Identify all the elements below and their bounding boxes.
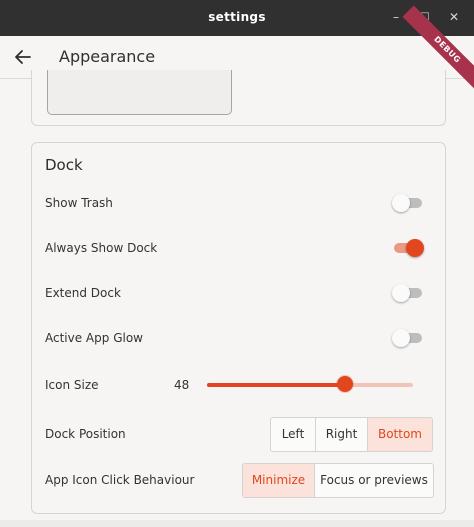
close-button[interactable]: ✕ xyxy=(446,9,462,25)
active-app-glow-label: Active App Glow xyxy=(45,331,143,345)
active-app-glow-toggle[interactable] xyxy=(392,329,422,347)
click-behaviour-label: App Icon Click Behaviour xyxy=(45,473,195,487)
appearance-card xyxy=(31,70,446,126)
dock-position-right[interactable]: Right xyxy=(315,418,367,451)
click-behaviour-focus-previews[interactable]: Focus or previews xyxy=(314,464,433,497)
icon-size-slider[interactable] xyxy=(207,376,413,392)
always-show-dock-toggle[interactable] xyxy=(394,239,424,257)
dock-position-label: Dock Position xyxy=(45,427,126,441)
extend-dock-toggle[interactable] xyxy=(392,284,422,302)
always-show-dock-label: Always Show Dock xyxy=(45,241,158,255)
back-button[interactable] xyxy=(10,44,36,70)
click-behaviour-minimize[interactable]: Minimize xyxy=(243,464,314,497)
extend-dock-label: Extend Dock xyxy=(45,286,121,300)
show-trash-toggle[interactable] xyxy=(392,194,422,212)
dock-position-bottom[interactable]: Bottom xyxy=(367,418,432,451)
toggle-knob xyxy=(392,194,410,212)
maximize-button[interactable]: □ xyxy=(417,9,433,25)
theme-preview[interactable] xyxy=(47,70,232,115)
toggle-knob xyxy=(406,239,424,257)
toggle-knob xyxy=(392,329,410,347)
dock-settings-card: Dock Show Trash Always Show Dock Extend … xyxy=(31,142,446,514)
toggle-knob xyxy=(392,284,410,302)
show-trash-label: Show Trash xyxy=(45,196,113,210)
arrow-left-icon xyxy=(15,50,31,64)
page-title: Appearance xyxy=(59,47,156,66)
icon-size-value: 48 xyxy=(174,378,190,392)
slider-thumb[interactable] xyxy=(337,376,354,392)
minimize-button[interactable]: – xyxy=(388,9,404,25)
click-behaviour-selector: Minimize Focus or previews xyxy=(242,463,434,498)
dock-position-selector: Left Right Bottom xyxy=(270,417,433,452)
bottom-edge xyxy=(0,520,474,527)
dock-position-left[interactable]: Left xyxy=(271,418,315,451)
icon-size-label: Icon Size xyxy=(45,378,99,392)
slider-fill xyxy=(207,383,346,387)
dock-section-title: Dock xyxy=(45,156,83,174)
window-titlebar: settings – □ ✕ xyxy=(0,0,474,36)
